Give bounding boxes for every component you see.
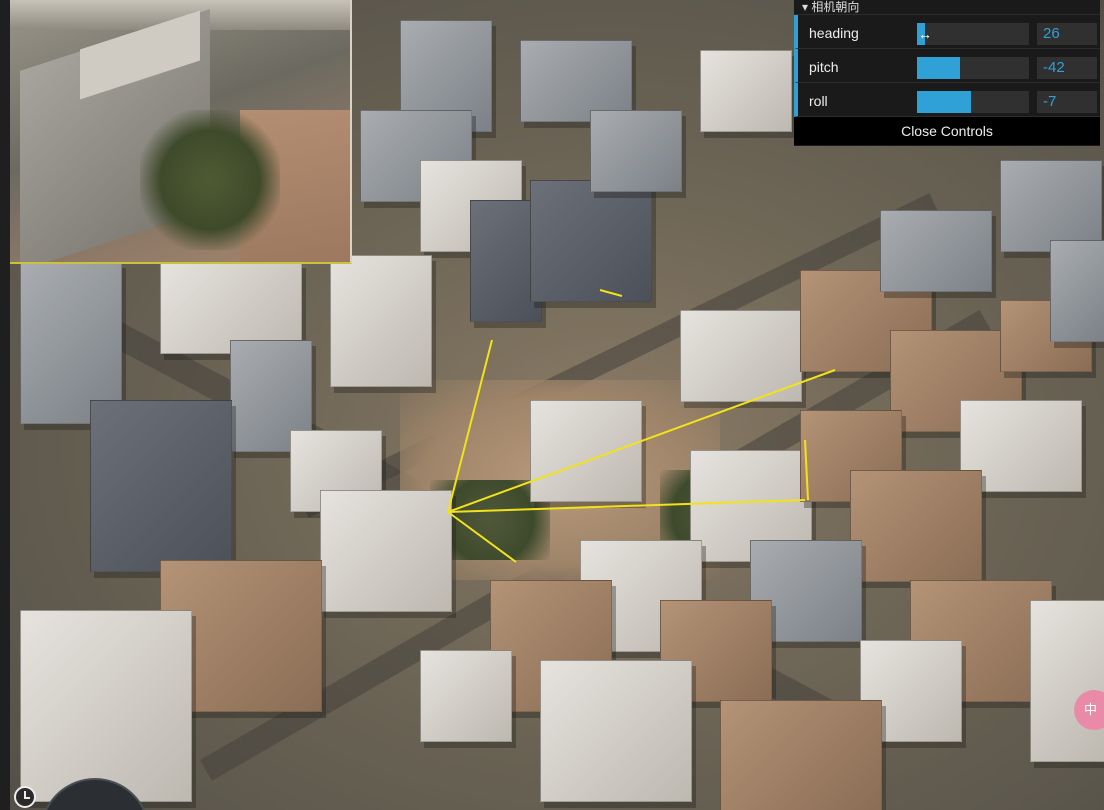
3d-map-viewer[interactable]: ▾ 相机朝向 heading 26 pitch -42 roll -7 Clos… [0, 0, 1104, 810]
pitch-label: pitch [809, 59, 839, 75]
building [1000, 160, 1102, 252]
building [330, 255, 432, 387]
building [590, 110, 682, 192]
building [530, 180, 652, 302]
clock-icon[interactable] [14, 786, 36, 808]
building [320, 490, 452, 612]
heading-label: heading [809, 25, 859, 41]
building [850, 470, 982, 582]
building [90, 400, 232, 572]
building [1050, 240, 1104, 342]
roll-input[interactable]: -7 [1037, 91, 1097, 113]
building [20, 610, 192, 802]
resize-cursor-icon: ↔ [918, 26, 932, 42]
roll-control: roll -7 [794, 83, 1100, 117]
pitch-control: pitch -42 [794, 49, 1100, 83]
roll-slider-fill [917, 91, 971, 113]
building [680, 310, 802, 402]
building [720, 700, 882, 810]
inset-trees [140, 110, 280, 250]
folder-caret-icon: ▾ [802, 0, 812, 14]
pitch-slider[interactable] [917, 57, 1029, 79]
heading-control: heading 26 [794, 15, 1100, 49]
building [540, 660, 692, 802]
roll-label: roll [809, 93, 828, 109]
building [700, 50, 792, 132]
close-controls-button[interactable]: Close Controls [794, 117, 1100, 145]
building [420, 650, 512, 742]
camera-inset-view [10, 0, 352, 264]
pitch-input[interactable]: -42 [1037, 57, 1097, 79]
building [1030, 600, 1104, 762]
roll-slider[interactable] [917, 91, 1029, 113]
building [530, 400, 642, 502]
folder-title-label: 相机朝向 [811, 0, 860, 14]
camera-controls-panel: ▾ 相机朝向 heading 26 pitch -42 roll -7 Clos… [794, 0, 1100, 146]
heading-input[interactable]: 26 [1037, 23, 1097, 45]
building [880, 210, 992, 292]
folder-title[interactable]: ▾ 相机朝向 [794, 0, 1100, 15]
viewer-left-edge [0, 0, 10, 810]
pitch-slider-fill [917, 57, 960, 79]
